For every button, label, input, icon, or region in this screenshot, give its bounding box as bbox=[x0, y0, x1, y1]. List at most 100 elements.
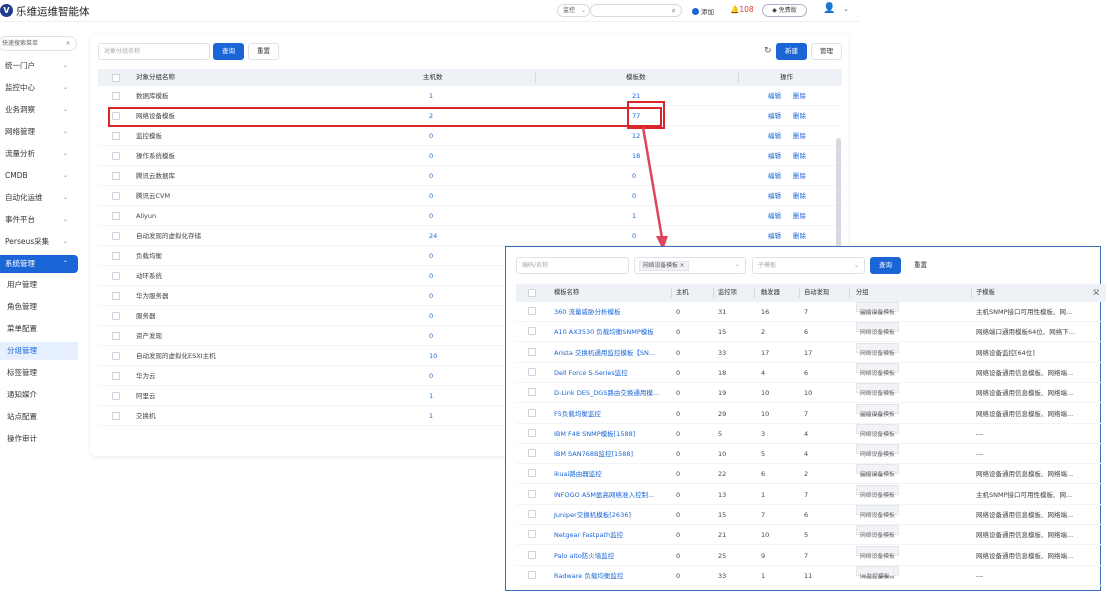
template-name-link[interactable]: A10 AX3530 负载均衡SNMP模板 bbox=[554, 322, 654, 342]
template-count-link[interactable]: 0 bbox=[632, 226, 636, 246]
row-checkbox[interactable] bbox=[112, 272, 120, 280]
sidebar-item-insight[interactable]: 业务洞察 ⌄ bbox=[0, 101, 78, 119]
table-row[interactable]: 监控模板 0 12 编辑 删除 bbox=[98, 126, 842, 146]
row-checkbox[interactable] bbox=[112, 92, 120, 100]
row-checkbox[interactable] bbox=[528, 510, 536, 518]
table-row[interactable]: Juniper交换机模板[2636] 0 15 7 6 网络设备模板 网络设备通用信息模板、… bbox=[516, 505, 1106, 525]
user-menu-chevron-icon[interactable]: ⌄ bbox=[843, 5, 849, 13]
edit-link[interactable]: 编辑 bbox=[768, 206, 781, 226]
popup-query-button[interactable]: 查询 bbox=[870, 257, 901, 274]
table-row[interactable]: Dell Force S-Series监控 0 18 4 6 网络设备模板 网络设备通用信息… bbox=[516, 362, 1106, 383]
alarm-indicator[interactable]: 🔔108 bbox=[730, 5, 754, 14]
select-all-checkbox[interactable] bbox=[528, 289, 536, 297]
table-row[interactable]: Radware 负载均衡监控033111网络设备模板lw监控模板--- bbox=[516, 565, 1106, 586]
table-row[interactable]: F5负载均衡监控029107监控模板网络设备模板网络设备通用信息模板、网络端..… bbox=[516, 403, 1106, 424]
select-all-checkbox[interactable] bbox=[112, 74, 120, 82]
table-row[interactable]: INFOGO ASM盈高网络准入控制... 0 13 1 7 网络设备模板 主机SNMP接口… bbox=[516, 484, 1106, 505]
sidebar-item-portal[interactable]: 统一门户 ⌄ bbox=[0, 57, 78, 75]
row-checkbox[interactable] bbox=[112, 192, 120, 200]
template-name-link[interactable]: IBM F48 SNMP模板[1588] bbox=[554, 424, 635, 444]
menu-search-input[interactable]: 快速搜索菜单 ⌕ bbox=[0, 36, 77, 51]
host-count-link[interactable]: 0 bbox=[429, 286, 433, 306]
template-count-link[interactable]: 18 bbox=[632, 146, 640, 166]
row-checkbox[interactable] bbox=[112, 292, 120, 300]
row-checkbox[interactable] bbox=[528, 530, 536, 539]
table-row[interactable]: 操作系统模板 0 18 编辑 删除 bbox=[98, 146, 842, 166]
edit-link[interactable]: 编辑 bbox=[768, 146, 781, 166]
row-checkbox[interactable] bbox=[112, 172, 120, 180]
delete-link[interactable]: 删除 bbox=[793, 166, 806, 186]
add-button[interactable]: 添加 bbox=[692, 6, 714, 16]
row-checkbox[interactable] bbox=[528, 469, 536, 478]
row-checkbox[interactable] bbox=[112, 372, 120, 380]
sidebar-item-monitor[interactable]: 监控中心 ⌄ bbox=[0, 79, 78, 97]
host-count-link[interactable]: 0 bbox=[429, 126, 433, 146]
template-name-link[interactable]: Dell Force S-Series监控 bbox=[554, 363, 628, 383]
row-checkbox[interactable] bbox=[528, 449, 536, 458]
row-checkbox[interactable] bbox=[112, 392, 120, 400]
sidebar-item-automation[interactable]: 自动化运维 ⌄ bbox=[0, 189, 78, 207]
manage-button[interactable]: 管理 bbox=[811, 43, 842, 60]
template-name-link[interactable]: Arista 交换机通用监控模板【SN... bbox=[554, 343, 655, 363]
table-row[interactable]: Netgear Fastpath监控 0 21 10 5 网络设备模板 网络设备通用信息模板… bbox=[516, 525, 1106, 546]
host-count-link[interactable]: 0 bbox=[429, 366, 433, 386]
host-count-link[interactable]: 1 bbox=[429, 386, 433, 406]
delete-link[interactable]: 删除 bbox=[793, 206, 806, 226]
table-row[interactable]: IBM SAN768B监控[1588] 0 10 5 4 网络设备模板 --- bbox=[516, 444, 1106, 465]
host-count-link[interactable]: 0 bbox=[429, 326, 433, 346]
table-row[interactable]: D-Link DES_DGS路由交换通用模... 0 19 10 10 网络设备模板 网络设… bbox=[516, 383, 1106, 404]
table-row[interactable]: 自动发现的虚拟化存储 24 0 编辑 删除 bbox=[98, 226, 842, 246]
edit-link[interactable]: 编辑 bbox=[768, 126, 781, 146]
host-count-link[interactable]: 0 bbox=[429, 146, 433, 166]
table-row[interactable]: Arista 交换机通用监控模板【SN... 0 33 17 17 网络设备模板 网络设备监… bbox=[516, 342, 1106, 363]
template-count-link[interactable]: 0 bbox=[632, 166, 636, 186]
host-count-link[interactable]: 0 bbox=[429, 166, 433, 186]
sidebar-subitem-groups[interactable]: 分组管理 bbox=[0, 342, 78, 360]
host-count-link[interactable]: 0 bbox=[429, 206, 433, 226]
table-row[interactable]: ikuai路由器监控 0 22 6 2 监控模板 网络设备模板 网络设备通用信息模板、网络端.… bbox=[516, 464, 1106, 485]
table-row[interactable]: 数据库模板 1 21 编辑 删除 bbox=[98, 86, 842, 106]
delete-link[interactable]: 删除 bbox=[793, 226, 806, 246]
monitor-select[interactable]: 监控 ⌄ bbox=[557, 4, 590, 17]
delete-link[interactable]: 删除 bbox=[793, 126, 806, 146]
row-checkbox[interactable] bbox=[528, 489, 536, 498]
sidebar-subitem-notify[interactable]: 通知媒介 bbox=[0, 386, 78, 404]
edit-link[interactable]: 编辑 bbox=[768, 106, 781, 126]
delete-link[interactable]: 删除 bbox=[793, 146, 806, 166]
row-checkbox[interactable] bbox=[528, 428, 536, 437]
row-checkbox[interactable] bbox=[112, 352, 120, 360]
row-checkbox[interactable] bbox=[112, 132, 120, 140]
template-name-link[interactable]: Radware 负载均衡监控 bbox=[554, 566, 623, 586]
table-row[interactable]: IBM F48 SNMP模板[1588] 0 5 3 4 网络设备模板 --- bbox=[516, 423, 1106, 444]
template-name-link[interactable]: D-Link DES_DGS路由交换通用模... bbox=[554, 383, 659, 403]
group-filter-tag[interactable]: 网络设备模板 × bbox=[639, 261, 689, 271]
sidebar-item-perseus[interactable]: Perseus采集 ⌄ bbox=[0, 233, 78, 251]
row-checkbox[interactable] bbox=[112, 412, 120, 420]
edit-link[interactable]: 编辑 bbox=[768, 166, 781, 186]
host-count-link[interactable]: 0 bbox=[429, 246, 433, 266]
host-count-link[interactable]: 0 bbox=[429, 266, 433, 286]
user-icon[interactable]: 👤 bbox=[823, 3, 835, 14]
search-icon[interactable]: ⌕ bbox=[672, 5, 676, 16]
host-count-link[interactable]: 1 bbox=[429, 86, 433, 106]
delete-link[interactable]: 删除 bbox=[793, 186, 806, 206]
row-checkbox[interactable] bbox=[528, 408, 536, 417]
template-name-link[interactable]: Netgear Fastpath监控 bbox=[554, 525, 623, 545]
sub-template-select[interactable]: 子模板 ⌄ bbox=[752, 257, 865, 274]
sidebar-item-system[interactable]: 系统管理 ⌃ bbox=[0, 255, 78, 273]
sidebar-item-traffic[interactable]: 流量分析 ⌄ bbox=[0, 145, 78, 163]
template-name-link[interactable]: ikuai路由器监控 bbox=[554, 464, 602, 484]
sidebar-item-cmdb[interactable]: CMDB ⌄ bbox=[0, 167, 78, 185]
row-checkbox[interactable] bbox=[112, 332, 120, 340]
template-search-input[interactable]: 编码/名称 bbox=[516, 257, 629, 274]
row-checkbox[interactable] bbox=[528, 550, 536, 559]
sidebar-subitem-menus[interactable]: 菜单配置 bbox=[0, 320, 78, 338]
row-checkbox[interactable] bbox=[112, 232, 120, 240]
sidebar-item-events[interactable]: 事件平台 ⌄ bbox=[0, 211, 78, 229]
query-button[interactable]: 查询 bbox=[213, 43, 244, 60]
host-count-link[interactable]: 0 bbox=[429, 186, 433, 206]
template-name-link[interactable]: F5负载均衡监控 bbox=[554, 404, 601, 424]
row-checkbox[interactable] bbox=[528, 570, 536, 579]
table-row[interactable]: 360 流量威胁分析模板031167监控模板网络设备模板主机SNMP接口可用性模… bbox=[516, 302, 1106, 322]
row-checkbox[interactable] bbox=[528, 388, 536, 397]
